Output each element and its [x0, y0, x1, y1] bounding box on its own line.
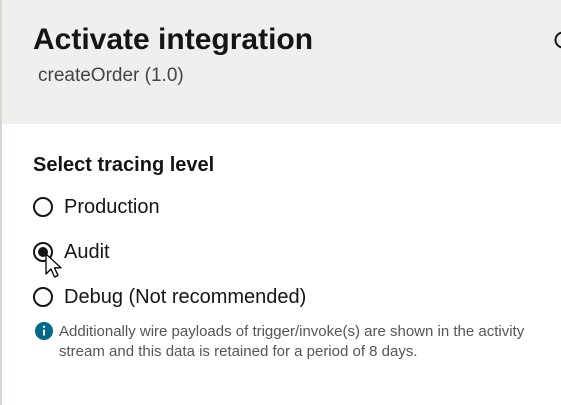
info-icon: [35, 322, 53, 340]
tracing-level-heading: Select tracing level: [33, 154, 215, 176]
radio-label-debug[interactable]: Debug (Not recommended): [64, 284, 306, 310]
integration-name-version: createOrder (1.0): [38, 65, 184, 86]
audit-info-message: Additionally wire payloads of trigger/in…: [59, 323, 525, 360]
radio-option-debug[interactable]: Debug (Not recommended): [33, 283, 306, 311]
radio-label-production[interactable]: Production: [64, 194, 160, 220]
help-icon[interactable]: [553, 30, 561, 50]
dialog-header: Activate integration createOrder (1.0): [2, 0, 561, 124]
radio-production[interactable]: [33, 197, 53, 217]
activate-integration-dialog: Activate integration createOrder (1.0) S…: [0, 0, 561, 405]
radio-option-production[interactable]: Production: [33, 193, 160, 221]
radio-debug[interactable]: [33, 287, 53, 307]
radio-label-audit[interactable]: Audit: [64, 239, 110, 265]
radio-audit[interactable]: [33, 242, 53, 262]
radio-option-audit[interactable]: Audit: [33, 238, 110, 266]
dialog-title: Activate integration: [33, 23, 314, 56]
